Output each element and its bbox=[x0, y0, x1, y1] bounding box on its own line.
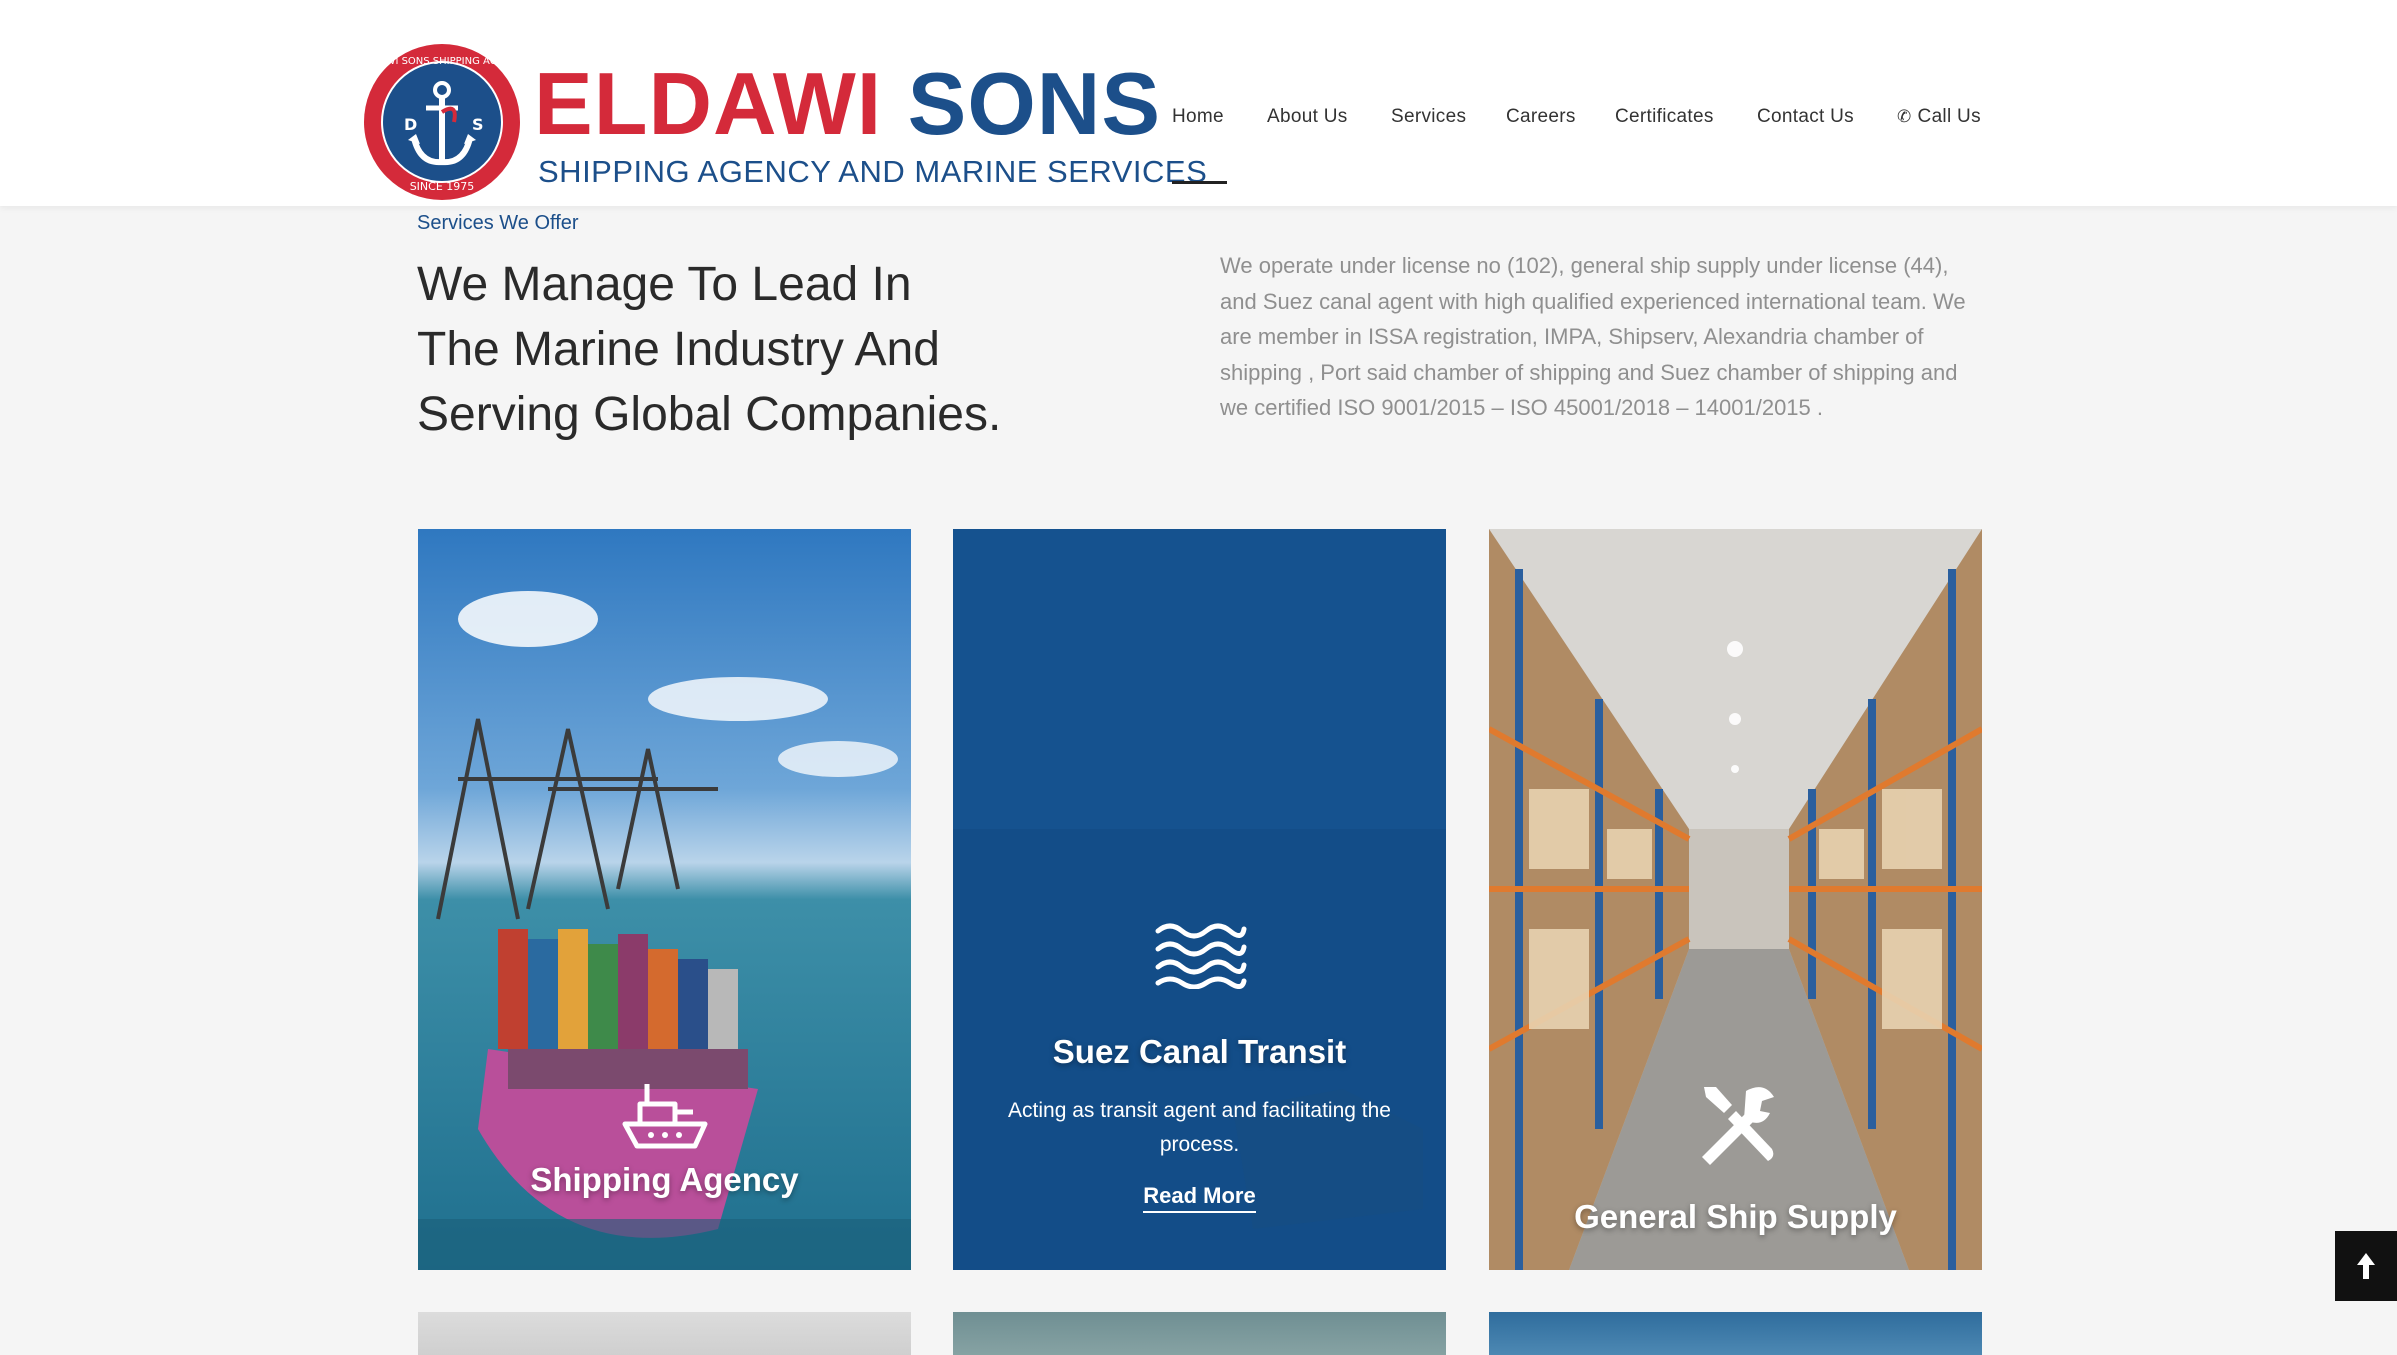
card-description: Acting as transit agent and facilitating… bbox=[1008, 1099, 1391, 1156]
headline-line-1: We Manage To Lead In bbox=[417, 258, 912, 311]
svg-text:SINCE 1975: SINCE 1975 bbox=[410, 180, 475, 193]
phone-icon: ✆ bbox=[1897, 107, 1912, 126]
brand-name-part2: SONS bbox=[907, 54, 1162, 153]
service-card-peek bbox=[1489, 1312, 1982, 1355]
svg-text:S: S bbox=[472, 115, 484, 134]
call-us-label: Call Us bbox=[1917, 106, 1981, 127]
nav-services[interactable]: Services bbox=[1391, 106, 1466, 128]
scroll-to-top-button[interactable] bbox=[2335, 1231, 2397, 1301]
read-more-link[interactable]: Read More bbox=[953, 1183, 1446, 1213]
nav-about[interactable]: About Us bbox=[1267, 106, 1348, 128]
card-title: General Ship Supply bbox=[1574, 1198, 1897, 1235]
service-card-peek bbox=[418, 1312, 911, 1355]
brand-name-part1: ELDAWI bbox=[534, 54, 883, 153]
nav-careers[interactable]: Careers bbox=[1506, 106, 1576, 128]
brand-name: ELDAWI SONS bbox=[534, 60, 1161, 148]
nav-certificates[interactable]: Certificates bbox=[1615, 106, 1714, 128]
nav-contact[interactable]: Contact Us bbox=[1757, 106, 1854, 128]
nav-call-us[interactable]: ✆ Call Us bbox=[1897, 106, 1981, 128]
arrow-up-icon bbox=[2357, 1253, 2375, 1279]
section-headline: We Manage To Lead In The Marine Industry… bbox=[417, 252, 1137, 447]
card-title: Shipping Agency bbox=[530, 1161, 799, 1198]
anchor-seal-logo: ELDAWI SONS SHIPPING AGENCY SINCE 1975 D… bbox=[362, 44, 522, 200]
service-card-shipping-agency[interactable]: Shipping Agency bbox=[418, 529, 911, 1270]
card-title: Suez Canal Transit bbox=[1052, 1033, 1347, 1070]
section-eyebrow: Services We Offer bbox=[417, 212, 579, 234]
nav-home[interactable]: Home bbox=[1172, 106, 1224, 128]
service-card-general-ship-supply[interactable]: General Ship Supply bbox=[1489, 529, 1982, 1270]
nav-active-indicator bbox=[1172, 181, 1227, 184]
svg-text:D: D bbox=[404, 115, 417, 134]
svg-text:ELDAWI SONS SHIPPING AGENCY: ELDAWI SONS SHIPPING AGENCY bbox=[362, 56, 522, 67]
headline-line-2: The Marine Industry And bbox=[417, 323, 940, 376]
container-ship-image bbox=[418, 529, 911, 1270]
service-card-suez-canal-transit[interactable]: Suez Canal Transit Acting as transit age… bbox=[953, 529, 1446, 1270]
service-card-peek bbox=[953, 1312, 1446, 1355]
intro-paragraph: We operate under license no (102), gener… bbox=[1220, 253, 1966, 420]
brand-tagline: SHIPPING AGENCY AND MARINE SERVICES bbox=[538, 154, 1208, 189]
headline-line-3: Serving Global Companies. bbox=[417, 388, 1002, 441]
site-logo[interactable]: ELDAWI SONS SHIPPING AGENCY SINCE 1975 D… bbox=[362, 42, 1207, 202]
tools-icon bbox=[1701, 1087, 1774, 1165]
waves-icon bbox=[1155, 923, 1246, 989]
ship-icon bbox=[622, 1084, 707, 1149]
site-header: ELDAWI SONS SHIPPING AGENCY SINCE 1975 D… bbox=[0, 0, 2397, 206]
read-more-label: Read More bbox=[1143, 1183, 1256, 1213]
